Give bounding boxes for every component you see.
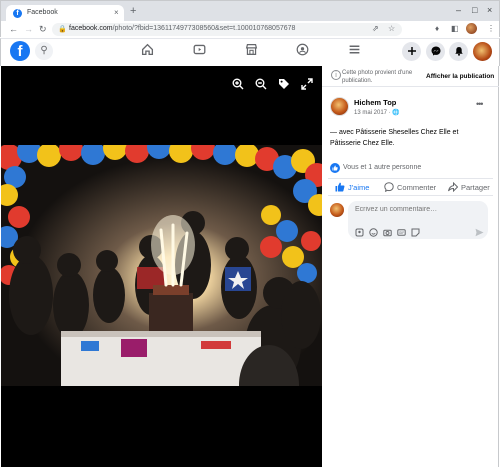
share-button[interactable]: Partager <box>448 181 490 194</box>
comment-box[interactable]: GIF <box>348 201 488 239</box>
facebook-logo-icon[interactable]: f <box>10 41 30 61</box>
extensions-icon[interactable]: ♦ <box>435 23 439 35</box>
like-button[interactable]: J'aime <box>335 182 369 194</box>
watch-icon[interactable] <box>190 43 208 59</box>
notice-text: Cette photo provient d'une publication. <box>342 70 413 84</box>
kebab-menu-icon[interactable]: ⋮ <box>487 23 495 35</box>
globe-icon: 🌐 <box>392 110 400 116</box>
facebook-header: f ⚲ <box>0 38 500 66</box>
post-actions: J'aime Commenter Partager <box>328 178 493 196</box>
camera-icon[interactable] <box>383 224 392 237</box>
forward-arrow-icon[interactable]: → <box>24 23 33 35</box>
svg-text:GIF: GIF <box>399 231 404 235</box>
fullscreen-icon[interactable] <box>301 77 313 90</box>
new-tab-button[interactable]: + <box>130 6 136 17</box>
create-plus-icon[interactable] <box>402 42 421 61</box>
birthday-party-photo <box>1 145 322 386</box>
comment-input[interactable] <box>355 206 475 213</box>
commenter-avatar <box>330 203 344 217</box>
thumbs-up-icon <box>335 182 345 192</box>
browser-tab-strip: f Facebook × + – □ × <box>0 0 500 22</box>
home-icon[interactable] <box>138 43 156 59</box>
reactions-text: Vous et 1 autre personne <box>343 164 422 171</box>
star-icon[interactable]: ☆ <box>388 24 395 33</box>
sticker-icon[interactable] <box>411 224 420 237</box>
back-arrow-icon[interactable]: ← <box>9 23 18 35</box>
photo-viewer <box>1 66 322 467</box>
post-panel: i Cette photo provient d'une publication… <box>322 66 499 467</box>
menu-icon[interactable] <box>345 43 363 59</box>
browser-tab[interactable]: f Facebook × <box>6 5 124 22</box>
emoji-icon[interactable] <box>369 224 378 237</box>
messenger-icon[interactable] <box>426 42 445 61</box>
share-icon[interactable]: ⇗ <box>372 24 379 33</box>
bell-icon[interactable] <box>449 42 468 61</box>
minimize-button[interactable]: – <box>456 5 461 15</box>
lock-icon[interactable]: 🔒 <box>58 25 67 33</box>
sidepanel-icon[interactable]: ◧ <box>451 23 459 35</box>
reload-icon[interactable]: ↻ <box>39 23 47 35</box>
info-icon: i <box>331 70 341 80</box>
zoom-in-icon[interactable] <box>232 77 244 90</box>
address-bar[interactable]: 🔒 facebook.com/photo/?fbid=1361174977308… <box>52 23 402 36</box>
like-reaction-icon <box>330 163 340 173</box>
account-avatar[interactable] <box>473 42 492 61</box>
marketplace-icon[interactable] <box>242 43 260 59</box>
gif-icon[interactable]: GIF <box>397 224 406 236</box>
url-text[interactable]: facebook.com/photo/?fbid=136117497730856… <box>69 25 295 32</box>
maximize-button[interactable]: □ <box>472 5 477 15</box>
zoom-out-icon[interactable] <box>255 77 267 90</box>
avatar-sticker-icon[interactable] <box>355 224 364 237</box>
comment-tools: GIF <box>355 224 425 242</box>
browser-toolbar: ← → ↻ 🔒 facebook.com/photo/?fbid=1361174… <box>0 21 500 37</box>
view-post-link[interactable]: Afficher la publication <box>426 73 494 80</box>
comment-icon <box>384 182 394 193</box>
tab-close-icon[interactable]: × <box>114 8 119 17</box>
post-caption: — avec Pâtisserie Sheselles Chez Elle et… <box>330 129 459 147</box>
close-window-button[interactable]: × <box>487 5 492 15</box>
comment-button[interactable]: Commenter <box>384 182 436 194</box>
tab-title: Facebook <box>27 9 58 16</box>
post-date[interactable]: 13 mai 2017 · 🌐 <box>354 109 400 116</box>
share-arrow-icon <box>448 181 459 193</box>
profile-avatar-icon[interactable] <box>466 23 477 34</box>
send-icon[interactable] <box>475 224 484 237</box>
author-name[interactable]: Hichem Top <box>354 98 396 107</box>
photo-source-notice: i Cette photo provient d'une publication… <box>322 66 499 87</box>
more-options-icon[interactable]: ••• <box>476 99 484 109</box>
groups-icon[interactable] <box>293 43 311 59</box>
tag-icon[interactable] <box>278 77 290 89</box>
facebook-favicon-icon: f <box>13 9 22 18</box>
search-icon[interactable]: ⚲ <box>35 42 53 60</box>
author-avatar[interactable] <box>330 97 349 116</box>
